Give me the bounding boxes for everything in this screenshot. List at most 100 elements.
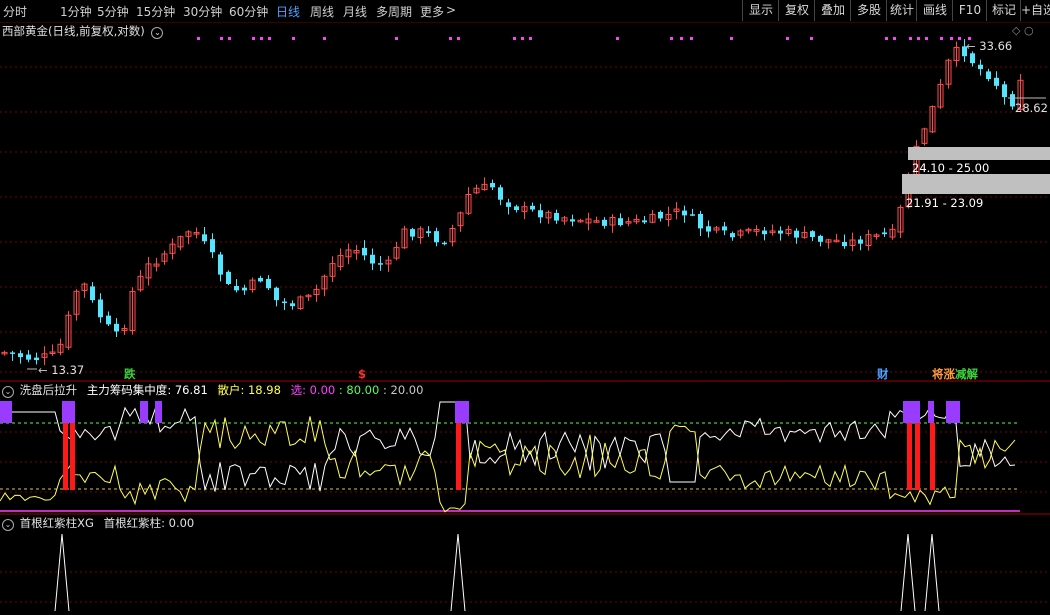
add-watchlist-button[interactable]: +自选 xyxy=(1020,0,1050,21)
signal-dot xyxy=(958,37,961,40)
candle-body xyxy=(370,254,375,264)
display-button[interactable]: 显示 xyxy=(742,0,779,21)
candle-body xyxy=(730,233,735,238)
candle-body xyxy=(810,231,815,237)
candle-body xyxy=(410,229,415,237)
candlestick-series xyxy=(1,39,1050,370)
purple-bar xyxy=(455,401,469,423)
multi-stock-button[interactable]: 多股 xyxy=(850,0,887,21)
signal-dot xyxy=(909,37,912,40)
signal-dot xyxy=(680,37,683,40)
candle-body xyxy=(538,210,543,218)
draw-line-button[interactable]: 画线 xyxy=(916,0,953,21)
signal-dot xyxy=(893,37,896,40)
indicator2-header: ⌄ 首根红紫柱XG 首根红紫柱: 0.00 xyxy=(2,516,194,531)
indicator1-item-2-value: 0.00 xyxy=(309,383,336,397)
candle-body xyxy=(682,210,687,216)
candle-body xyxy=(618,218,623,226)
tab-weekly[interactable]: 周线 xyxy=(310,3,334,20)
high-price-label: ← 33.66 xyxy=(966,39,1013,53)
signal-dot xyxy=(925,37,928,40)
purple-bar xyxy=(928,401,934,423)
event-finance-label[interactable]: 财 xyxy=(877,367,889,381)
candle-body xyxy=(602,219,607,226)
candle-body xyxy=(778,230,783,234)
candle-body xyxy=(858,239,863,244)
main-chip-line xyxy=(0,401,1016,492)
candle-body xyxy=(794,230,799,238)
candle-body xyxy=(722,226,727,231)
event-dividend-label[interactable]: $ xyxy=(358,367,366,381)
tab-1min[interactable]: 1分钟 xyxy=(60,3,92,20)
candle-body xyxy=(114,323,119,332)
candle-body xyxy=(226,271,231,285)
candle-body xyxy=(274,287,279,301)
zone-box-upper xyxy=(908,147,1050,160)
event-fall-label[interactable]: 跌 xyxy=(124,367,136,381)
signal-dot xyxy=(810,37,813,40)
indicator1-item-1-label: 散户 xyxy=(217,383,241,397)
red-bar xyxy=(70,423,75,490)
purple-bar xyxy=(903,401,920,423)
candle-body xyxy=(90,286,95,301)
red-bar xyxy=(907,423,912,490)
purple-bar xyxy=(0,401,12,423)
tab-daily[interactable]: 日线 xyxy=(276,3,300,20)
signal-dot xyxy=(268,37,271,40)
chart-settings-icon[interactable]: ⌄ xyxy=(151,27,164,39)
tab-5min[interactable]: 5分钟 xyxy=(97,3,129,20)
red-bar xyxy=(915,423,920,490)
candle-body xyxy=(554,212,559,221)
retail-line xyxy=(0,416,1016,513)
tab-monthly[interactable]: 月线 xyxy=(343,3,367,20)
period-toolbar: 分时 1分钟 5分钟 15分钟 30分钟 60分钟 日线 周线 月线 多周期 更… xyxy=(0,0,1050,23)
signal-dot xyxy=(513,37,516,40)
signal-dot xyxy=(228,37,231,40)
candle-body xyxy=(18,353,23,358)
candle-body xyxy=(266,278,271,289)
signal-dot xyxy=(292,37,295,40)
signal-dot xyxy=(950,37,953,40)
candle-body xyxy=(698,213,703,229)
candle-body xyxy=(242,287,247,291)
candle-body xyxy=(378,263,383,265)
indicator2-settings-icon[interactable]: ⌄ xyxy=(2,519,14,531)
indicator1-settings-icon[interactable]: ⌄ xyxy=(2,386,14,398)
event-rise-label[interactable]: 将涨 xyxy=(932,367,955,381)
purple-bar xyxy=(155,401,162,423)
more-arrow-icon[interactable]: > xyxy=(446,3,456,17)
red-bar xyxy=(63,423,68,490)
candle-body xyxy=(210,239,215,253)
candle-body xyxy=(658,211,663,219)
candle-body xyxy=(34,357,39,361)
low-price-value: 13.37 xyxy=(51,363,85,377)
candle-body xyxy=(258,277,263,282)
zone-box-lower xyxy=(902,174,1050,194)
chart-nav-icons[interactable]: ◇ ○ xyxy=(1012,24,1034,38)
indicator1-header: ⌄ 洗盘后拉升 主力筹码集中度: 76.81 散户: 18.98 选: 0.00… xyxy=(2,383,423,398)
tab-more[interactable]: 更多 xyxy=(420,3,444,20)
candle-body xyxy=(706,226,711,232)
candle-body xyxy=(642,220,647,223)
f10-button[interactable]: F10 xyxy=(952,0,987,21)
purple-bar xyxy=(946,401,960,423)
signal-dot xyxy=(670,37,673,40)
tab-60min[interactable]: 60分钟 xyxy=(229,3,268,20)
signal-dot xyxy=(885,37,888,40)
spike-line xyxy=(900,533,916,612)
candle-body xyxy=(506,202,511,207)
candle-body xyxy=(106,315,111,325)
mark-button[interactable]: 标记 xyxy=(986,0,1021,21)
stats-button[interactable]: 统计 xyxy=(886,0,917,21)
tab-15min[interactable]: 15分钟 xyxy=(136,3,175,20)
tab-30min[interactable]: 30分钟 xyxy=(183,3,222,20)
adjust-button[interactable]: 复权 xyxy=(778,0,815,21)
event-unlock-label[interactable]: 减解 xyxy=(955,367,978,381)
tab-intraday[interactable]: 分时 xyxy=(3,3,27,20)
overlay-button[interactable]: 叠加 xyxy=(814,0,851,21)
high-price-value: 33.66 xyxy=(979,39,1013,53)
tab-multi-period[interactable]: 多周期 xyxy=(376,3,412,20)
signal-dot xyxy=(690,37,693,40)
candle-body xyxy=(98,299,103,318)
candle-body xyxy=(842,242,847,247)
